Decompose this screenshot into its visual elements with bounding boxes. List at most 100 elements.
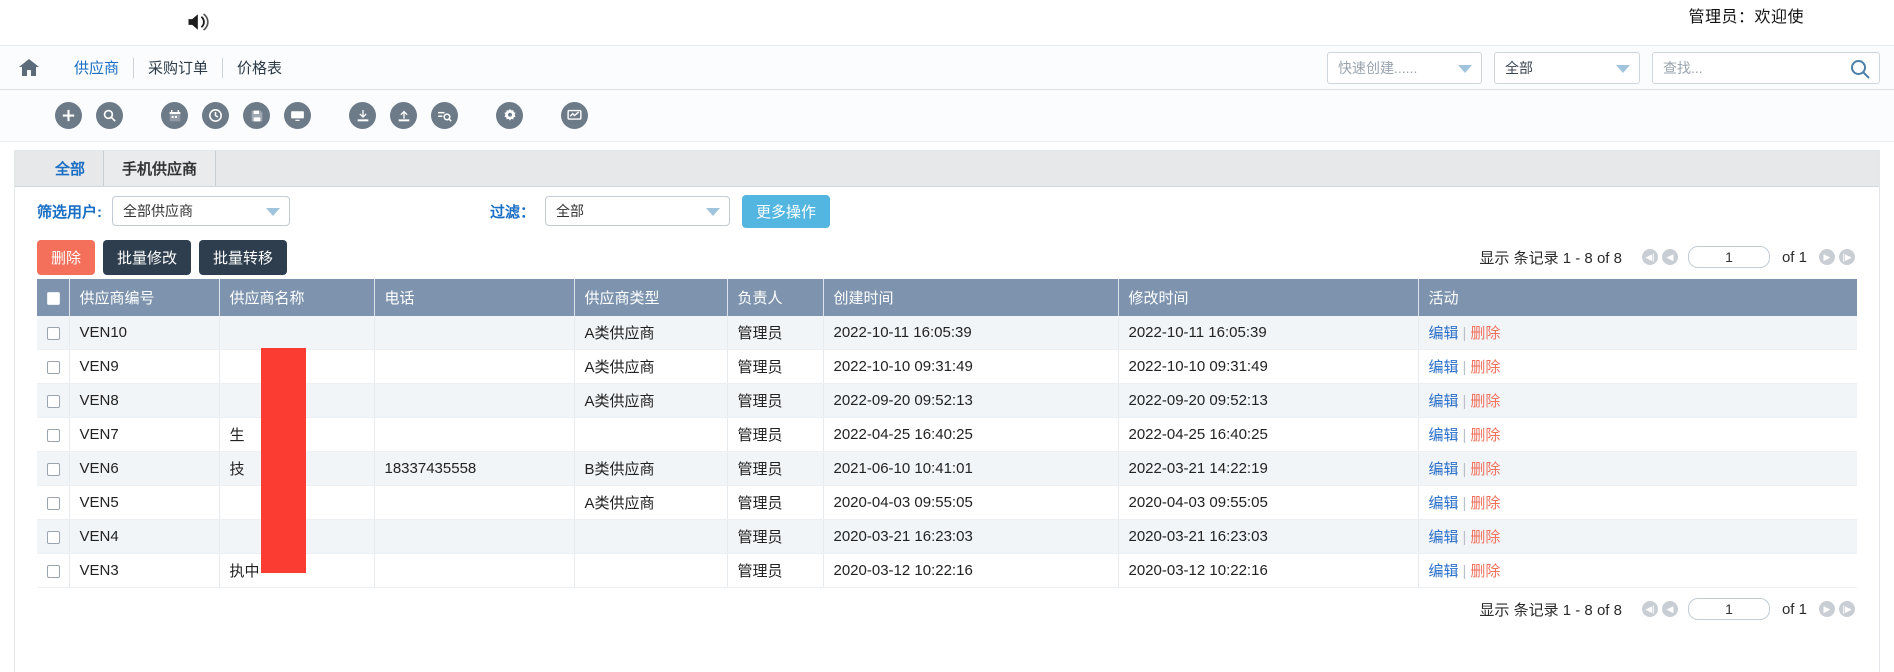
cell-supplier-type bbox=[574, 417, 728, 452]
speaker-icon[interactable] bbox=[185, 8, 213, 36]
first-page-icon[interactable]: ◀| bbox=[1641, 249, 1658, 265]
prev-page-icon[interactable]: ◀ bbox=[1661, 249, 1678, 265]
delete-link[interactable]: 删除 bbox=[1470, 495, 1500, 512]
settings-gear-icon[interactable] bbox=[496, 102, 523, 129]
row-checkbox[interactable] bbox=[47, 462, 60, 476]
cell-supplier-code: VEN3 bbox=[69, 553, 220, 588]
tab-all[interactable]: 全部 bbox=[37, 151, 105, 186]
delete-link[interactable]: 删除 bbox=[1470, 563, 1500, 580]
row-checkbox[interactable] bbox=[47, 394, 60, 408]
cell-actions: 编辑 | 删除 bbox=[1418, 519, 1857, 554]
chart-monitor-icon[interactable] bbox=[561, 102, 588, 129]
page-number-input[interactable]: 1 bbox=[1687, 598, 1770, 620]
edit-link[interactable]: 编辑 bbox=[1429, 563, 1459, 580]
col-supplier-code[interactable]: 供应商编号 bbox=[69, 279, 220, 316]
calendar-icon[interactable] bbox=[161, 102, 188, 129]
table-row[interactable]: VEN10 A类供应商 管理员 2022-10-11 16:05:39 2022… bbox=[37, 316, 1857, 350]
user-filter-select[interactable]: 全部供应商 bbox=[112, 196, 290, 226]
cell-phone bbox=[374, 383, 575, 418]
clock-icon[interactable] bbox=[202, 102, 229, 129]
row-select-cell bbox=[37, 349, 70, 384]
col-owner[interactable]: 负责人 bbox=[727, 279, 824, 316]
table-row[interactable]: VEN3 执中 管理员 2020-03-12 10:22:16 2020-03-… bbox=[37, 553, 1857, 588]
row-checkbox[interactable] bbox=[47, 496, 60, 510]
delete-link[interactable]: 删除 bbox=[1470, 529, 1500, 546]
delete-link[interactable]: 删除 bbox=[1470, 393, 1500, 410]
edit-link[interactable]: 编辑 bbox=[1429, 495, 1459, 512]
cell-created-time: 2022-04-25 16:40:25 bbox=[823, 417, 1119, 452]
cell-modified-time: 2020-04-03 09:55:05 bbox=[1118, 485, 1419, 520]
more-actions-button[interactable]: 更多操作 bbox=[742, 194, 831, 228]
cell-phone bbox=[374, 485, 575, 520]
edit-link[interactable]: 编辑 bbox=[1429, 427, 1459, 444]
nav-link-purchase-orders[interactable]: 采购订单 bbox=[134, 57, 222, 78]
cell-supplier-name[interactable] bbox=[219, 316, 375, 350]
page-root: 管理员：欢迎使 供应商 采购订单 价格表 快速创建...... 全部 查找...… bbox=[0, 0, 1894, 672]
batch-transfer-button[interactable]: 批量转移 bbox=[199, 239, 288, 275]
select-all-header bbox=[37, 279, 70, 316]
last-page-icon[interactable]: |▶ bbox=[1839, 249, 1855, 265]
table-row[interactable]: VEN7 生 管理员 2022-04-25 16:40:25 2022-04-2… bbox=[37, 417, 1857, 452]
row-checkbox[interactable] bbox=[47, 326, 60, 340]
nav-link-suppliers[interactable]: 供应商 bbox=[60, 57, 133, 78]
table-row[interactable]: VEN6 技 18337435558 B类供应商 管理员 2021-06-10 … bbox=[37, 451, 1857, 486]
table-row[interactable]: VEN5 A类供应商 管理员 2020-04-03 09:55:05 2020-… bbox=[37, 485, 1857, 520]
cell-actions: 编辑 | 删除 bbox=[1418, 349, 1857, 384]
next-page-icon[interactable]: ▶ bbox=[1819, 601, 1835, 617]
global-search-box[interactable]: 查找... bbox=[1652, 52, 1880, 84]
table-row[interactable]: VEN4 管理员 2020-03-21 16:23:03 2020-03-21 … bbox=[37, 519, 1857, 554]
filter-select[interactable]: 全部 bbox=[545, 196, 731, 226]
edit-link[interactable]: 编辑 bbox=[1429, 359, 1459, 376]
edit-link[interactable]: 编辑 bbox=[1429, 461, 1459, 478]
edit-link[interactable]: 编辑 bbox=[1429, 325, 1459, 342]
edit-link[interactable]: 编辑 bbox=[1429, 529, 1459, 546]
last-page-icon[interactable]: |▶ bbox=[1839, 601, 1855, 617]
nav-right-controls: 快速创建...... 全部 查找... bbox=[1327, 52, 1880, 84]
row-checkbox[interactable] bbox=[47, 530, 60, 544]
next-page-icon[interactable]: ▶ bbox=[1819, 249, 1835, 265]
cell-modified-time: 2022-10-10 09:31:49 bbox=[1118, 349, 1419, 384]
first-page-icon[interactable]: ◀| bbox=[1641, 601, 1658, 617]
batch-edit-button[interactable]: 批量修改 bbox=[103, 239, 192, 275]
select-all-checkbox[interactable] bbox=[47, 291, 60, 305]
export-icon[interactable] bbox=[390, 102, 417, 129]
tab-mobile-suppliers[interactable]: 手机供应商 bbox=[104, 151, 217, 186]
col-phone[interactable]: 电话 bbox=[374, 279, 575, 316]
action-row: 删除 批量修改 批量转移 显示 条记录 1 - 8 of 8 ◀| ◀ 1 of… bbox=[15, 235, 1879, 279]
prev-page-icon[interactable]: ◀ bbox=[1661, 601, 1678, 617]
nav-link-price-list[interactable]: 价格表 bbox=[223, 57, 296, 78]
search-record-icon[interactable] bbox=[96, 102, 123, 129]
delete-link[interactable]: 删除 bbox=[1470, 325, 1500, 342]
row-checkbox[interactable] bbox=[47, 360, 60, 374]
action-separator: | bbox=[1462, 529, 1467, 546]
delete-link[interactable]: 删除 bbox=[1470, 427, 1500, 444]
col-supplier-type[interactable]: 供应商类型 bbox=[574, 279, 728, 316]
import-icon[interactable] bbox=[349, 102, 376, 129]
row-select-cell bbox=[37, 383, 70, 418]
delete-link[interactable]: 删除 bbox=[1470, 359, 1500, 376]
delete-button[interactable]: 删除 bbox=[37, 239, 96, 275]
table-row[interactable]: VEN9 A类供应商 管理员 2022-10-10 09:31:49 2022-… bbox=[37, 349, 1857, 384]
col-created-time[interactable]: 创建时间 bbox=[823, 279, 1119, 316]
user-filter-value: 全部供应商 bbox=[123, 203, 193, 219]
search-icon[interactable] bbox=[1848, 57, 1872, 84]
edit-link[interactable]: 编辑 bbox=[1429, 393, 1459, 410]
quick-create-select[interactable]: 快速创建...... bbox=[1327, 52, 1482, 84]
find-list-icon[interactable] bbox=[431, 102, 458, 129]
tab-bar: 全部 手机供应商 bbox=[15, 151, 1879, 187]
row-checkbox[interactable] bbox=[47, 428, 60, 442]
cell-created-time: 2022-09-20 09:52:13 bbox=[823, 383, 1119, 418]
delete-link[interactable]: 删除 bbox=[1470, 461, 1500, 478]
monitor-icon[interactable] bbox=[284, 102, 311, 129]
col-supplier-name[interactable]: 供应商名称 bbox=[219, 279, 375, 316]
col-modified-time[interactable]: 修改时间 bbox=[1118, 279, 1419, 316]
search-scope-select[interactable]: 全部 bbox=[1494, 52, 1640, 84]
row-checkbox[interactable] bbox=[47, 564, 60, 578]
home-icon[interactable] bbox=[16, 55, 42, 81]
page-number-input[interactable]: 1 bbox=[1687, 246, 1770, 268]
add-icon[interactable] bbox=[55, 102, 82, 129]
quick-create-value: 快速创建...... bbox=[1338, 60, 1418, 76]
cell-supplier-code: VEN8 bbox=[69, 383, 220, 418]
save-icon[interactable] bbox=[243, 102, 270, 129]
table-row[interactable]: VEN8 A类供应商 管理员 2022-09-20 09:52:13 2022-… bbox=[37, 383, 1857, 418]
